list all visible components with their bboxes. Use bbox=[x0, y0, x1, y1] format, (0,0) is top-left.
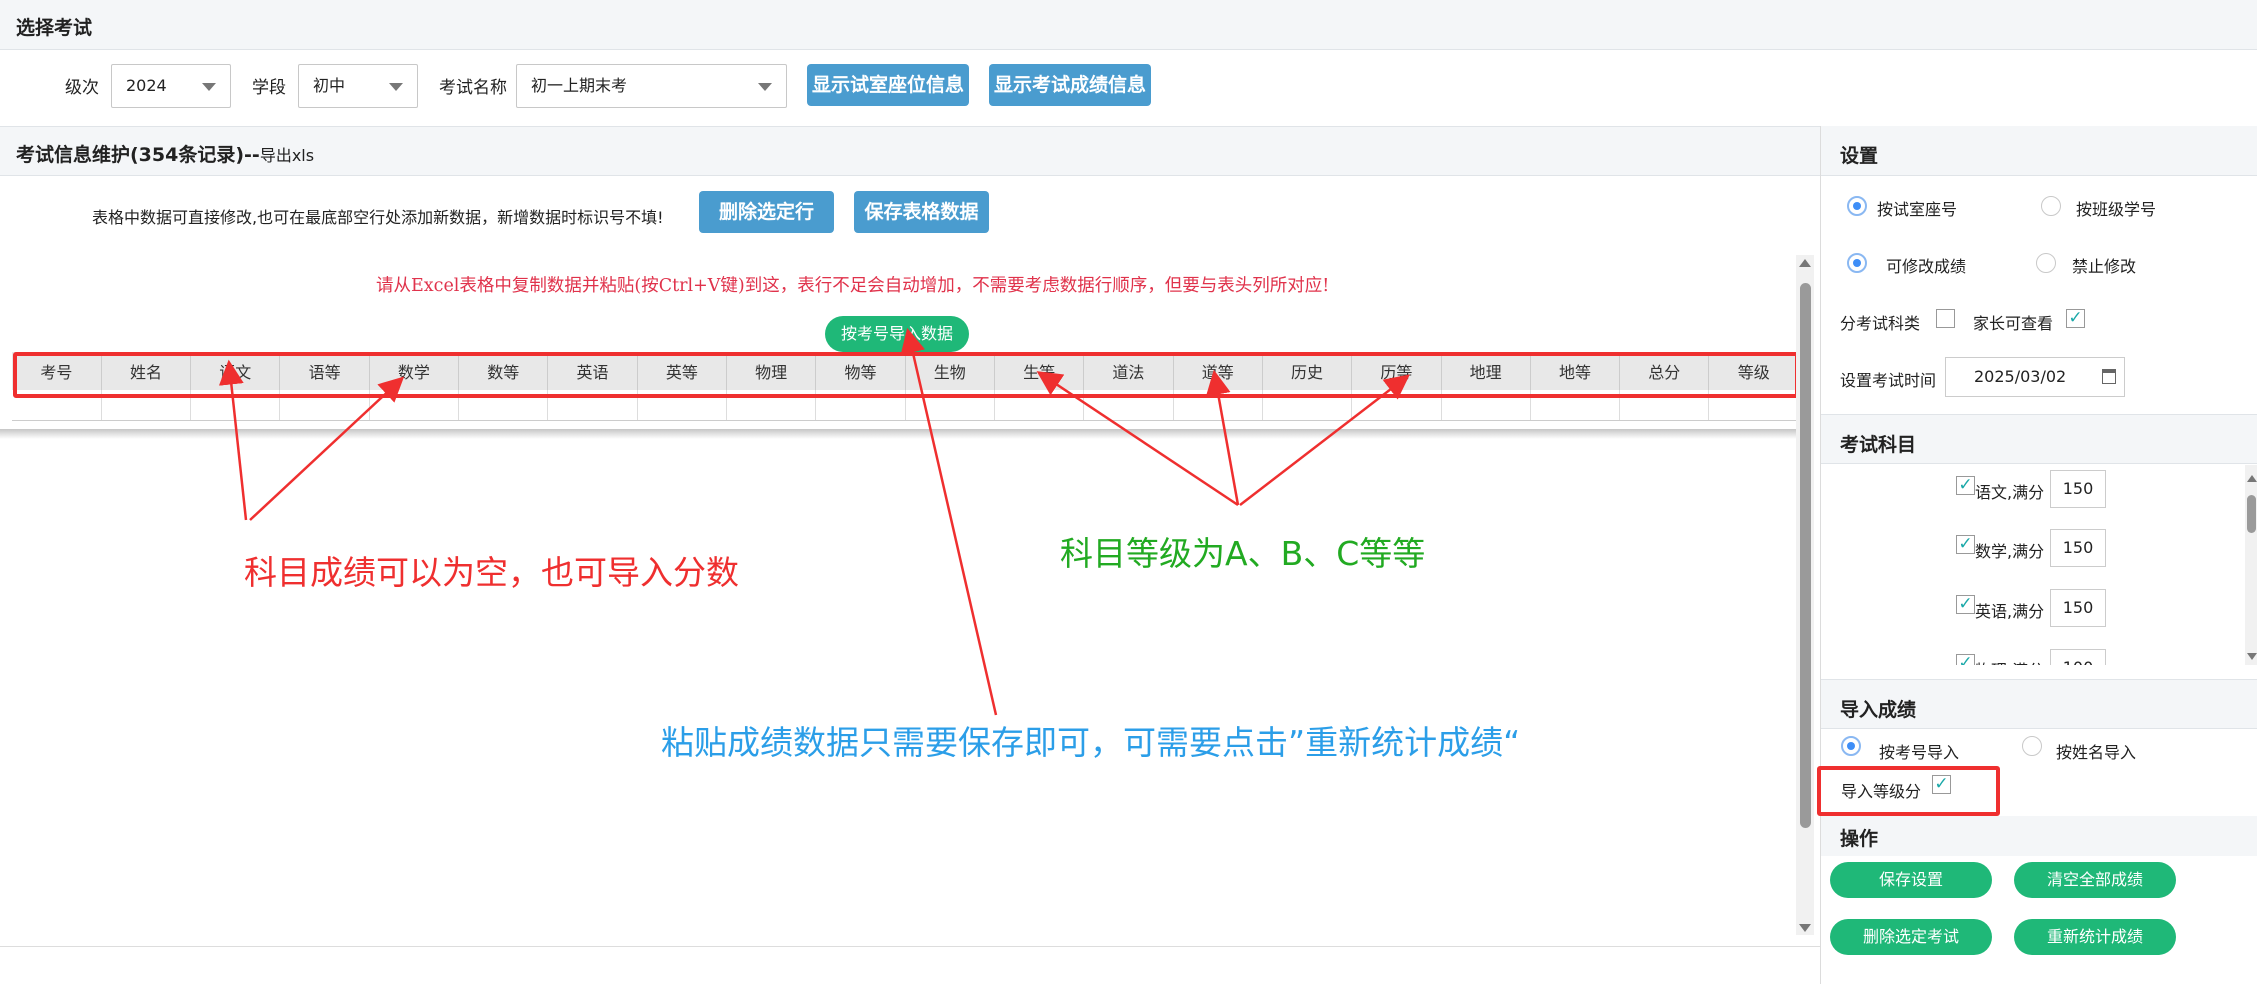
subjects-scroll-up-icon[interactable] bbox=[2247, 475, 2257, 482]
subject-math-label: 数学,满分 bbox=[1975, 542, 2045, 561]
save-settings-button[interactable]: 保存设置 bbox=[1830, 862, 1992, 898]
clear-all-scores-button[interactable]: 清空全部成绩 bbox=[2014, 862, 2176, 898]
parent-view-label: 家长可查看 bbox=[1973, 314, 2054, 333]
radio-by-seat-label: 按试室座号 bbox=[1877, 200, 1958, 219]
calendar-icon[interactable] bbox=[2102, 369, 2116, 384]
parent-view-checkbox[interactable]: ✓ bbox=[2066, 309, 2085, 328]
subjects-scroll-down-icon[interactable] bbox=[2247, 653, 2257, 660]
subject-math-checkbox[interactable]: ✓ bbox=[1956, 535, 1975, 554]
split-subjects-checkbox[interactable] bbox=[1936, 309, 1955, 328]
subject-chinese-checkbox[interactable]: ✓ bbox=[1956, 476, 1975, 495]
radio-editable-label: 可修改成绩 bbox=[1886, 257, 1967, 276]
split-subjects-label: 分考试科类 bbox=[1840, 314, 1921, 333]
subject-physics-checkbox[interactable]: ✓ bbox=[1956, 654, 1975, 665]
score-annotation: 科目成绩可以为空，也可导入分数 bbox=[244, 553, 739, 592]
arrow-to-history-grade bbox=[1239, 374, 1410, 506]
subject-english-fullscore[interactable]: 150 bbox=[2050, 589, 2106, 627]
subject-chinese-fullscore[interactable]: 150 bbox=[2050, 470, 2106, 508]
arrow-to-biology-grade bbox=[1036, 371, 1239, 507]
radio-import-by-number[interactable] bbox=[1841, 736, 1861, 756]
subject-english-checkbox[interactable]: ✓ bbox=[1956, 595, 1975, 614]
radio-import-by-number-label: 按考号导入 bbox=[1879, 743, 1960, 762]
subjects-list: ✓ 语文,满分 150 ✓ 数学,满分 150 ✓ 英语,满分 150 ✓ 物理… bbox=[1821, 465, 2257, 665]
grade-annotation: 科目等级为A、B、C等等 bbox=[1060, 534, 1426, 573]
arrow-to-chinese bbox=[218, 359, 248, 521]
radio-import-by-name[interactable] bbox=[2022, 736, 2042, 756]
radio-by-class[interactable] bbox=[2041, 196, 2061, 216]
subject-math-fullscore[interactable]: 150 bbox=[2050, 529, 2106, 567]
arrow-to-import-button bbox=[900, 327, 998, 716]
radio-locked[interactable] bbox=[2036, 253, 2056, 273]
annotation-arrows bbox=[218, 327, 1410, 716]
settings-side-panel: 设置 按试室座号 按班级学号 可修改成绩 禁止修改 分考试科类 家长可查看 ✓ … bbox=[1817, 126, 2257, 984]
radio-locked-label: 禁止修改 bbox=[2072, 257, 2137, 276]
radio-by-seat[interactable] bbox=[1847, 196, 1867, 216]
radio-by-class-label: 按班级学号 bbox=[2076, 200, 2157, 219]
settings-header: 设置 bbox=[1821, 126, 2257, 176]
import-grade-highlight-box bbox=[1817, 766, 2000, 816]
save-annotation: 粘贴成绩数据只需要保存即可，可需要点击”重新统计成绩“ bbox=[661, 723, 1521, 762]
subject-physics-label: 物理,满分 bbox=[1975, 657, 2044, 665]
arrow-to-math bbox=[249, 376, 405, 521]
subjects-header: 考试科目 bbox=[1821, 414, 2257, 464]
delete-exam-button[interactable]: 删除选定考试 bbox=[1830, 919, 1992, 955]
exam-time-value: 2025/03/02 bbox=[1974, 367, 2067, 386]
exam-time-label: 设置考试时间 bbox=[1840, 371, 1937, 390]
arrow-to-morality-grade bbox=[1205, 369, 1240, 506]
radio-editable[interactable] bbox=[1847, 253, 1867, 273]
radio-import-by-name-label: 按姓名导入 bbox=[2056, 743, 2137, 762]
operations-header: 操作 bbox=[1821, 816, 2257, 856]
exam-time-input[interactable]: 2025/03/02 bbox=[1945, 357, 2125, 397]
subjects-scroll-thumb[interactable] bbox=[2247, 495, 2256, 533]
subject-physics-fullscore[interactable]: 100 bbox=[2050, 649, 2106, 665]
import-header: 导入成绩 bbox=[1821, 679, 2257, 729]
recalculate-scores-button[interactable]: 重新统计成绩 bbox=[2014, 919, 2176, 955]
subject-chinese-label: 语文,满分 bbox=[1975, 483, 2045, 502]
subject-english-label: 英语,满分 bbox=[1975, 602, 2045, 621]
